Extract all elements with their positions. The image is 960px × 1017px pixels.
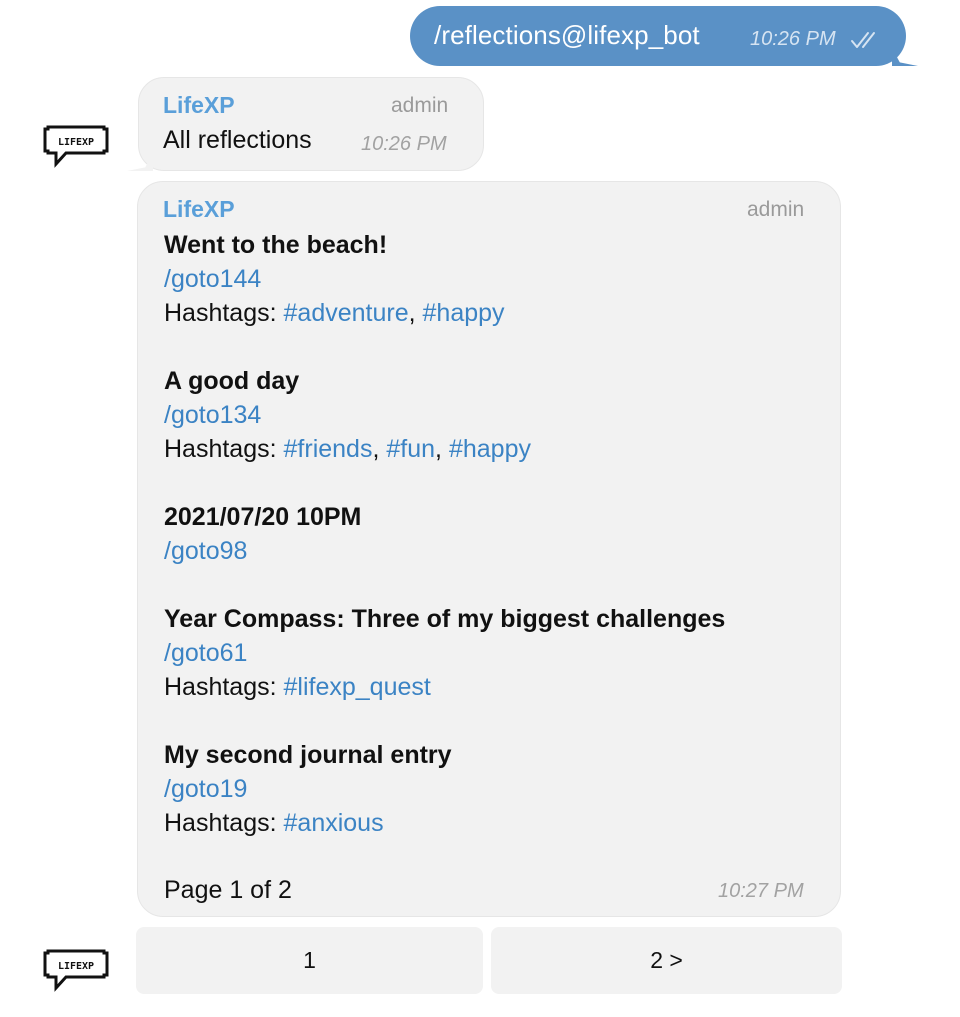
hashtags-line: Hashtags: #anxious xyxy=(164,806,834,840)
reflections-list-bubble[interactable]: LifeXP admin Went to the beach!/goto144 H… xyxy=(137,181,841,917)
hashtag-link[interactable]: #fun xyxy=(386,435,435,463)
lifexp-avatar-icon[interactable]: LIFEXP xyxy=(42,948,112,994)
message-time: 10:26 PM xyxy=(361,133,447,155)
reflection-title: Year Compass: Three of my biggest challe… xyxy=(164,605,726,633)
incoming-message-bubble[interactable]: LifeXP admin All reflections 10:26 PM xyxy=(138,77,484,171)
page-1-button[interactable]: 1 xyxy=(136,927,483,994)
hashtag-separator: , xyxy=(435,435,449,463)
sender-role-badge: admin xyxy=(391,94,449,117)
outgoing-message-text: /reflections@lifexp_bot xyxy=(434,20,700,50)
page-2-button[interactable]: 2 > xyxy=(491,927,842,994)
reflection-title: Went to the beach! xyxy=(164,231,388,259)
hashtag-separator: , xyxy=(372,435,387,463)
avatar-label: LIFEXP xyxy=(58,137,94,148)
goto-command-link[interactable]: /goto134 xyxy=(164,398,834,432)
reflection-list: Went to the beach!/goto144 Hashtags: #adv… xyxy=(164,228,834,874)
reflection-title: A good day xyxy=(164,367,300,395)
reflection-entry: My second journal entry/goto19 Hashtags: … xyxy=(164,738,834,840)
lifexp-avatar-icon[interactable]: LIFEXP xyxy=(42,124,112,170)
double-check-icon xyxy=(851,32,875,48)
hashtag-separator: , xyxy=(408,299,423,327)
goto-command-link[interactable]: /goto98 xyxy=(164,534,834,568)
hashtag-link[interactable]: #happy xyxy=(423,299,505,327)
hashtag-link[interactable]: #friends xyxy=(284,435,373,463)
hashtags-line: Hashtags: #friends, #fun, #happy xyxy=(164,432,834,466)
avatar-label: LIFEXP xyxy=(58,961,94,972)
reflection-entry: A good day/goto134 Hashtags: #friends, #f… xyxy=(164,364,834,466)
reflection-title: My second journal entry xyxy=(164,741,452,769)
hashtags-label: Hashtags: xyxy=(164,435,284,463)
goto-command-link[interactable]: /goto19 xyxy=(164,772,834,806)
reflection-entry: Year Compass: Three of my biggest challe… xyxy=(164,602,834,704)
outgoing-message-bubble[interactable]: /reflections@lifexp_bot 10:26 PM xyxy=(410,6,906,66)
message-time: 10:27 PM xyxy=(718,880,804,902)
reflection-entry: Went to the beach!/goto144 Hashtags: #adv… xyxy=(164,228,834,330)
hashtag-link[interactable]: #lifexp_quest xyxy=(284,673,431,701)
sender-role-badge: admin xyxy=(747,198,805,221)
hashtags-label: Hashtags: xyxy=(164,673,284,701)
message-text: All reflections xyxy=(163,126,312,154)
goto-command-link[interactable]: /goto144 xyxy=(164,262,834,296)
sender-name: LifeXP xyxy=(163,196,235,222)
hashtag-link[interactable]: #anxious xyxy=(284,809,384,837)
goto-command-link[interactable]: /goto61 xyxy=(164,636,834,670)
outgoing-message-time: 10:26 PM xyxy=(750,28,836,50)
reflection-title: 2021/07/20 10PM xyxy=(164,503,362,531)
hashtags-label: Hashtags: xyxy=(164,809,284,837)
hashtags-label: Hashtags: xyxy=(164,299,284,327)
pagination-label: Page 1 of 2 xyxy=(164,876,292,904)
hashtags-line: Hashtags: #adventure, #happy xyxy=(164,296,834,330)
hashtag-link[interactable]: #happy xyxy=(449,435,531,463)
hashtag-link[interactable]: #adventure xyxy=(284,299,409,327)
hashtags-line: Hashtags: #lifexp_quest xyxy=(164,670,834,704)
reflection-entry: 2021/07/20 10PM/goto98 xyxy=(164,500,834,568)
sender-name: LifeXP xyxy=(163,92,235,118)
